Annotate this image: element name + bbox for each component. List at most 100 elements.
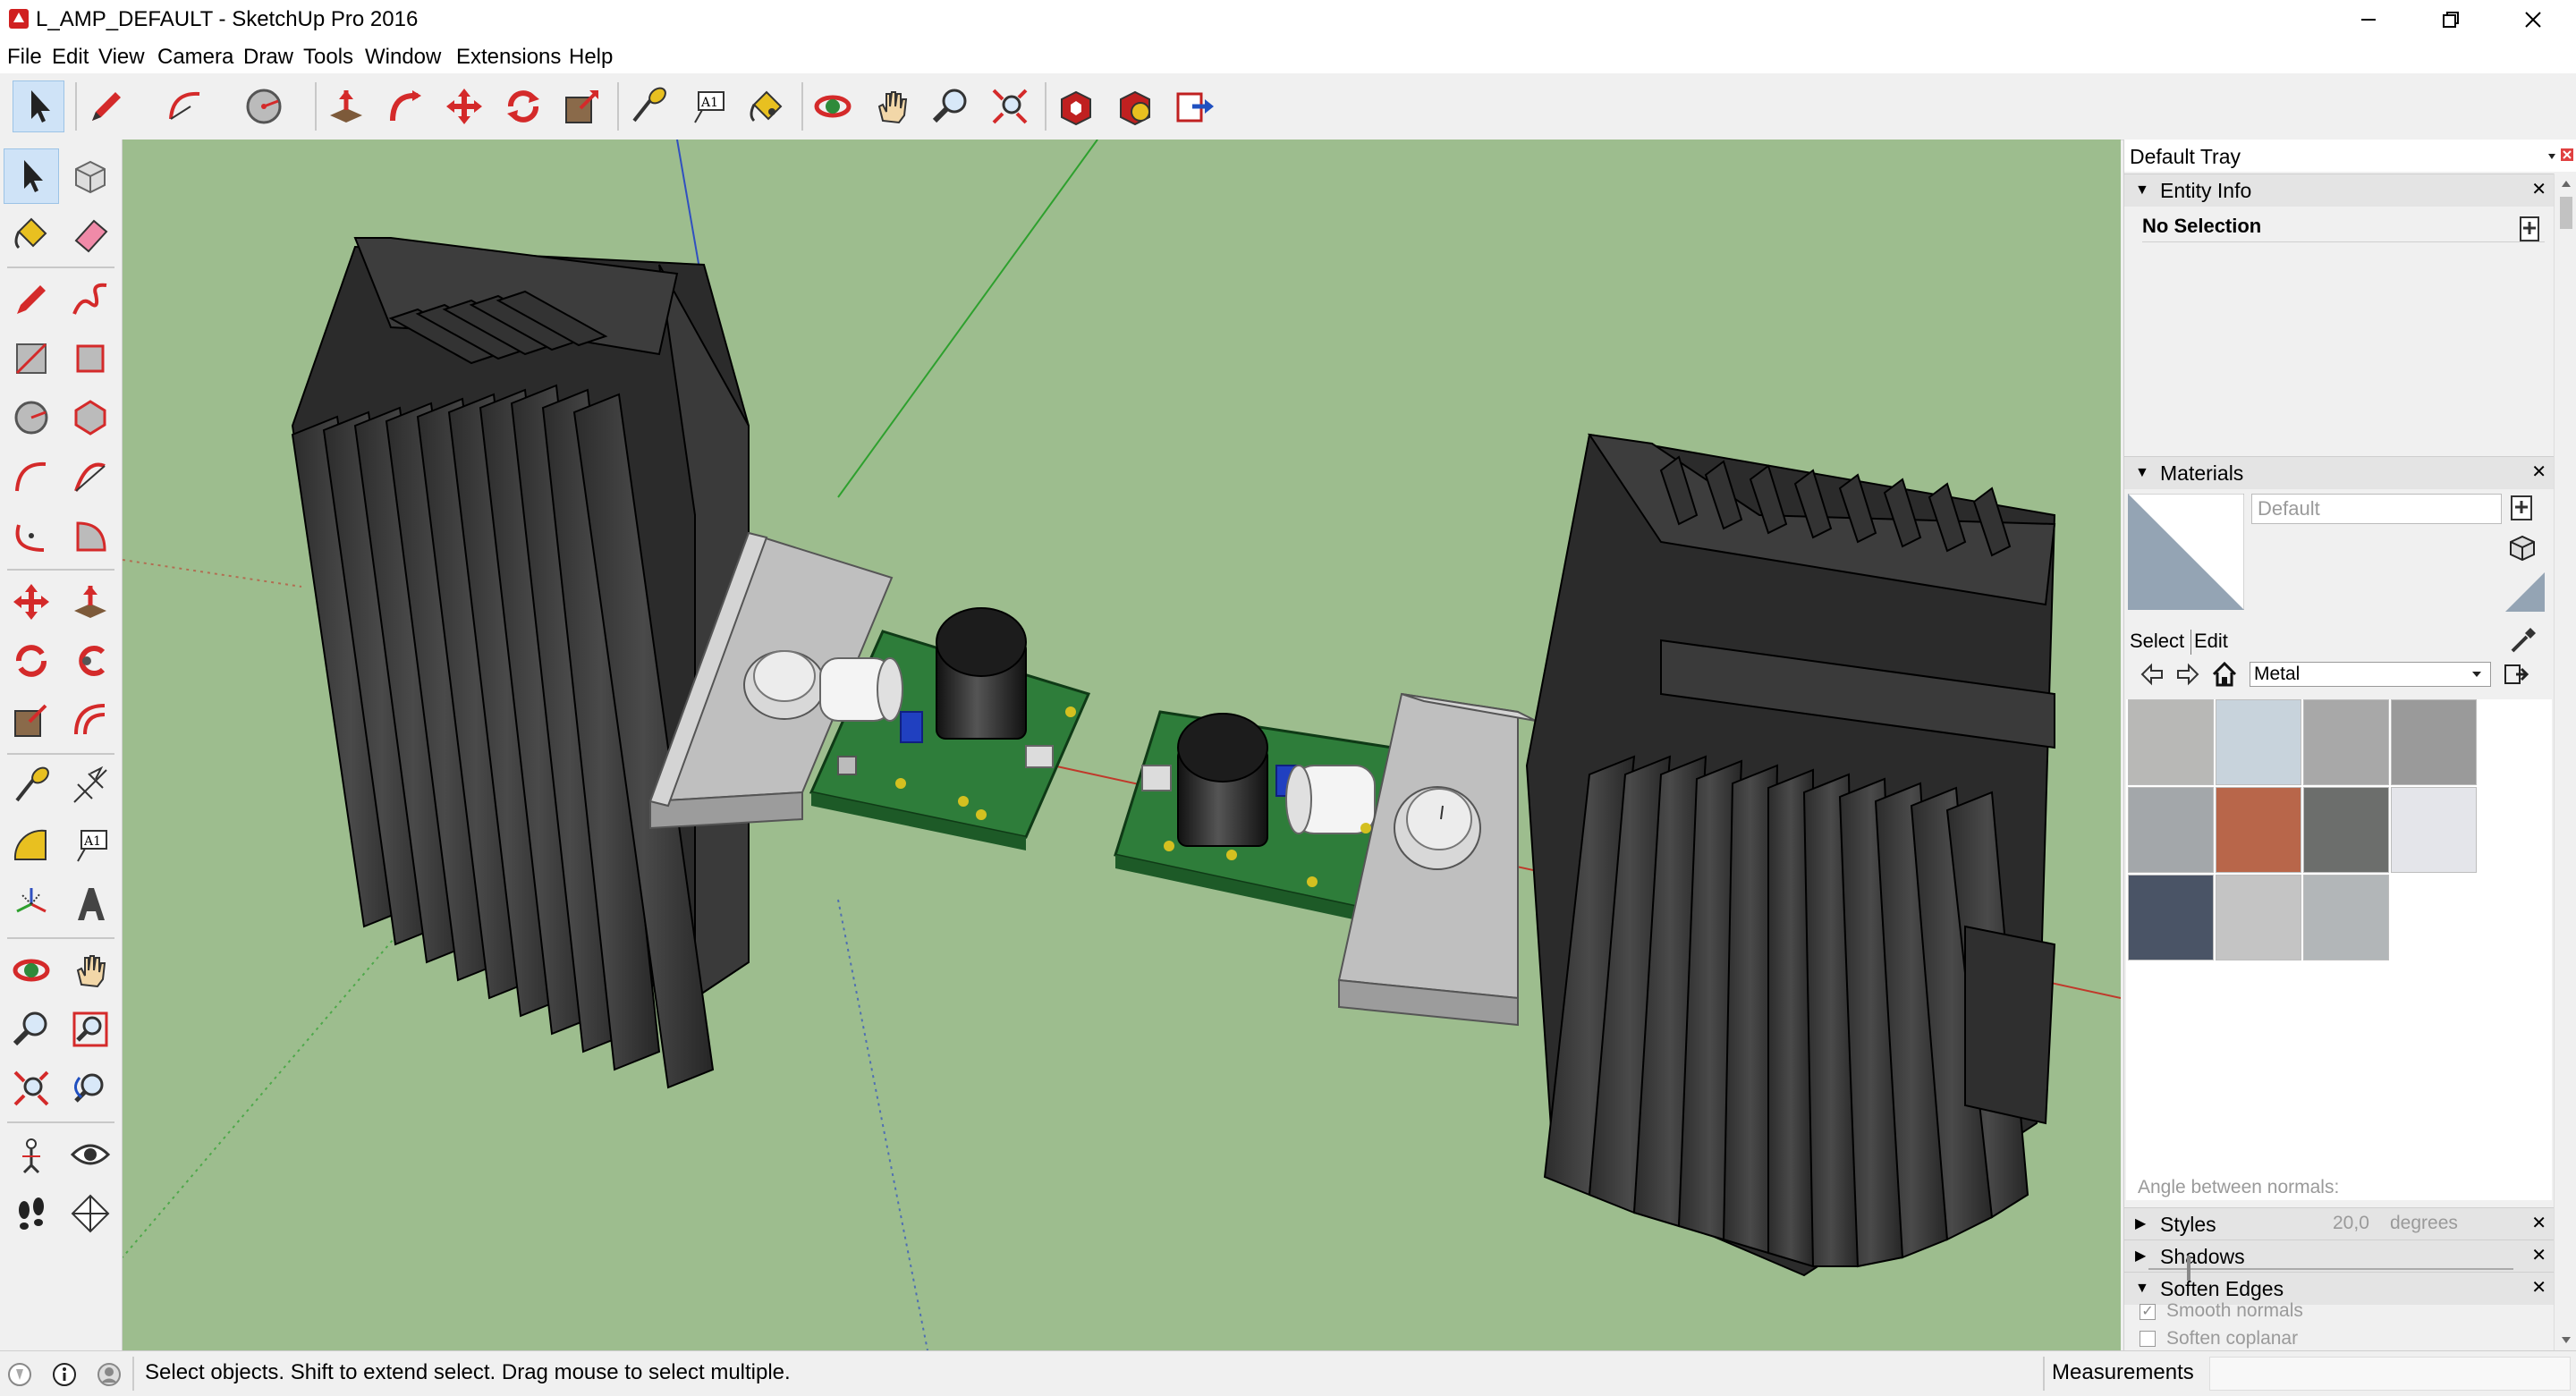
toolbar-follow-me-button[interactable] bbox=[379, 80, 431, 132]
default-material-icon[interactable] bbox=[2505, 572, 2545, 612]
angle-slider-thumb[interactable] bbox=[2186, 1256, 2190, 1281]
tool-offset-button[interactable] bbox=[63, 692, 118, 748]
entity-details-icon[interactable] bbox=[2520, 216, 2539, 241]
tool-section-plane-button[interactable] bbox=[63, 1186, 118, 1241]
tool-freehand-button[interactable] bbox=[63, 272, 118, 327]
tool-text-button[interactable]: A1 bbox=[63, 817, 118, 873]
menu-extensions[interactable]: Extensions bbox=[456, 45, 561, 70]
toolbar-send-to-layout-button[interactable] bbox=[1168, 80, 1220, 132]
tool-polygon-button[interactable] bbox=[63, 390, 118, 445]
tool-line-button[interactable] bbox=[4, 272, 59, 327]
menu-help[interactable]: Help bbox=[569, 45, 613, 70]
toolbar-select-button[interactable] bbox=[13, 80, 64, 132]
tool-three-point-arc-button[interactable] bbox=[4, 508, 59, 563]
tool-eraser-button[interactable] bbox=[63, 206, 118, 261]
material-swatch[interactable] bbox=[2128, 699, 2214, 785]
materials-header[interactable]: ▼ Materials ✕ bbox=[2124, 456, 2554, 489]
tool-look-around-button[interactable] bbox=[63, 1127, 118, 1182]
minimize-button[interactable] bbox=[2327, 0, 2410, 39]
material-swatch[interactable] bbox=[2128, 787, 2214, 873]
panel-close-icon[interactable]: ✕ bbox=[2531, 1214, 2546, 1233]
credits-info-icon[interactable] bbox=[52, 1362, 77, 1387]
tool-zoom-extents-button[interactable] bbox=[4, 1061, 59, 1116]
tool-paint-bucket-button[interactable] bbox=[4, 206, 59, 261]
right-heatsink[interactable] bbox=[1525, 433, 2056, 1277]
smooth-normals-checkbox[interactable]: ✓ bbox=[2140, 1304, 2156, 1320]
tool-rectangle-button[interactable] bbox=[4, 331, 59, 386]
toolbar-warehouse-button[interactable] bbox=[1050, 80, 1102, 132]
material-swatch[interactable] bbox=[2303, 787, 2389, 873]
tool-protractor-button[interactable] bbox=[4, 817, 59, 873]
tool-previous-view-button[interactable] bbox=[63, 1061, 118, 1116]
tool-pan-button[interactable] bbox=[63, 943, 118, 998]
menu-file[interactable]: File bbox=[7, 45, 42, 70]
material-swatch[interactable] bbox=[2391, 699, 2477, 785]
tool-3d-text-button[interactable] bbox=[63, 876, 118, 932]
menu-edit[interactable]: Edit bbox=[52, 45, 89, 70]
sample-paint-icon[interactable] bbox=[2509, 626, 2538, 655]
scroll-up-icon[interactable] bbox=[2561, 179, 2572, 188]
material-cube-icon[interactable] bbox=[2507, 533, 2538, 563]
geo-location-icon[interactable] bbox=[7, 1362, 32, 1387]
menu-tools[interactable]: Tools bbox=[303, 45, 353, 70]
scroll-down-icon[interactable] bbox=[2561, 1336, 2572, 1345]
tool-axes-button[interactable] bbox=[4, 876, 59, 932]
toolbar-zoom-extents-button[interactable] bbox=[984, 80, 1036, 132]
toolbar-move-button[interactable] bbox=[438, 80, 490, 132]
close-button[interactable] bbox=[2492, 0, 2574, 39]
tool-select-button[interactable] bbox=[4, 148, 59, 204]
materials-tab-edit[interactable]: Edit bbox=[2194, 630, 2228, 653]
entity-info-header[interactable]: ▼ Entity Info ✕ bbox=[2124, 173, 2554, 207]
tool-move-button[interactable] bbox=[4, 574, 59, 630]
toolbar-scale-button[interactable] bbox=[556, 80, 608, 132]
pin-icon[interactable] bbox=[2546, 150, 2557, 161]
toolbar-circle-button[interactable] bbox=[238, 80, 290, 132]
menu-view[interactable]: View bbox=[98, 45, 145, 70]
tool-tape-measure-button[interactable] bbox=[4, 758, 59, 814]
material-swatch[interactable] bbox=[2128, 875, 2214, 960]
angle-slider-track[interactable] bbox=[2148, 1268, 2513, 1270]
tray-close-icon[interactable] bbox=[2561, 148, 2573, 161]
tool-arc-button[interactable] bbox=[4, 449, 59, 504]
material-swatch[interactable] bbox=[2303, 699, 2389, 785]
tool-zoom-button[interactable] bbox=[4, 1002, 59, 1057]
menu-window[interactable]: Window bbox=[365, 45, 441, 70]
toolbar-pencil-button[interactable] bbox=[80, 80, 132, 132]
tool-two-point-arc-button[interactable] bbox=[63, 449, 118, 504]
scrollbar-thumb[interactable] bbox=[2560, 197, 2572, 229]
tool-rotate-button[interactable] bbox=[4, 633, 59, 689]
toolbar-text-button[interactable]: A1 bbox=[682, 80, 733, 132]
user-account-icon[interactable] bbox=[97, 1362, 122, 1387]
right-transistor[interactable] bbox=[1394, 786, 1481, 870]
tool-dimension-button[interactable] bbox=[63, 758, 118, 814]
material-swatch[interactable] bbox=[2303, 875, 2389, 960]
tool-make-component-button[interactable] bbox=[63, 148, 118, 204]
home-icon[interactable] bbox=[2210, 660, 2239, 689]
toolbar-tape-measure-button[interactable] bbox=[623, 80, 674, 132]
panel-close-icon[interactable]: ✕ bbox=[2531, 462, 2546, 482]
forward-arrow-icon[interactable] bbox=[2174, 662, 2201, 687]
tool-zoom-window-button[interactable] bbox=[63, 1002, 118, 1057]
material-swatch[interactable] bbox=[2216, 787, 2301, 873]
materials-tab-select[interactable]: Select bbox=[2130, 630, 2184, 653]
soften-coplanar-checkbox[interactable] bbox=[2140, 1331, 2156, 1347]
toolbar-arc-button[interactable] bbox=[159, 80, 211, 132]
toolbar-extension-warehouse-button[interactable] bbox=[1109, 80, 1161, 132]
create-material-icon[interactable] bbox=[2511, 495, 2532, 520]
restore-button[interactable] bbox=[2410, 0, 2492, 39]
left-transistor[interactable] bbox=[743, 650, 826, 720]
tool-push-pull-button[interactable] bbox=[63, 574, 118, 630]
material-library-dropdown[interactable]: Metal bbox=[2250, 662, 2491, 687]
tool-position-camera-button[interactable] bbox=[4, 1127, 59, 1182]
tool-circle-button[interactable] bbox=[4, 390, 59, 445]
details-arrow-icon[interactable] bbox=[2504, 662, 2530, 687]
measurements-input[interactable] bbox=[2209, 1357, 2571, 1391]
menu-draw[interactable]: Draw bbox=[243, 45, 293, 70]
toolbar-zoom-button[interactable] bbox=[925, 80, 977, 132]
panel-close-icon[interactable]: ✕ bbox=[2531, 1278, 2546, 1298]
toolbar-pan-button[interactable] bbox=[866, 80, 918, 132]
toolbar-orbit-button[interactable] bbox=[807, 80, 859, 132]
right-pcb[interactable] bbox=[1114, 710, 1394, 922]
tool-follow-me-button[interactable] bbox=[63, 633, 118, 689]
tool-rotated-rectangle-button[interactable] bbox=[63, 331, 118, 386]
